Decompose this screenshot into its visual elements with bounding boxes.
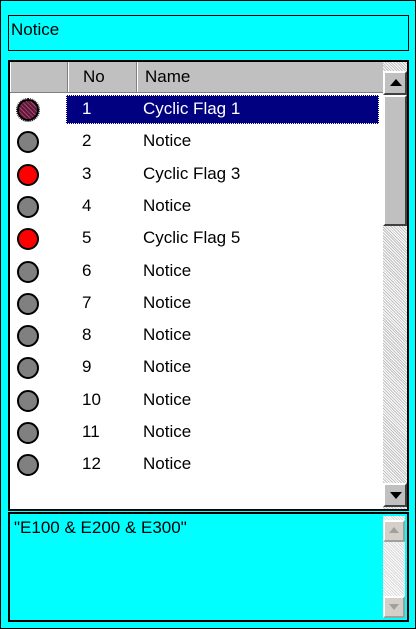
row-number: 5 xyxy=(82,228,92,247)
scroll-thumb[interactable] xyxy=(383,95,407,226)
scroll-up-arrow-icon xyxy=(390,79,402,86)
list-row[interactable]: 11 Notice xyxy=(10,416,383,448)
row-name: Notice xyxy=(143,390,192,409)
title-field[interactable]: Notice xyxy=(8,15,409,51)
status-circle-icon xyxy=(17,325,39,347)
title-field-value: Notice xyxy=(11,20,60,39)
status-circle-icon xyxy=(17,261,39,283)
status-circle-icon xyxy=(17,293,39,315)
list-vertical-scrollbar[interactable] xyxy=(383,62,407,509)
scroll-up-arrow-icon xyxy=(389,527,399,533)
row-number: 12 xyxy=(82,454,101,473)
expression-textarea[interactable]: "E100 & E200 & E300" xyxy=(8,512,409,622)
status-circle-icon xyxy=(17,454,39,476)
status-circle-icon xyxy=(17,196,39,218)
status-circle-icon xyxy=(17,131,39,153)
status-circle-icon xyxy=(17,357,39,379)
row-number: 4 xyxy=(82,196,92,215)
scroll-down-arrow-icon xyxy=(389,604,399,610)
row-number: 9 xyxy=(82,357,92,376)
column-header-name[interactable]: Name xyxy=(137,62,383,92)
list-header: No Name xyxy=(10,62,383,93)
scroll-down-arrow-icon xyxy=(390,492,402,499)
list-row[interactable]: 9 Notice xyxy=(10,351,383,383)
row-number: 7 xyxy=(82,293,92,312)
list-row[interactable]: 10 Notice xyxy=(10,384,383,416)
list-row[interactable]: 7 Notice xyxy=(10,287,383,319)
row-number: 2 xyxy=(82,131,92,150)
row-number: 3 xyxy=(82,164,92,183)
list-row[interactable]: 2 Notice xyxy=(10,125,383,157)
list-row[interactable]: 3 Cyclic Flag 3 xyxy=(10,158,383,190)
row-name: Notice xyxy=(143,325,192,344)
list-row[interactable]: 8 Notice xyxy=(10,319,383,351)
status-circle-icon xyxy=(16,98,40,122)
column-header-icon[interactable] xyxy=(10,62,68,92)
status-circle-icon xyxy=(17,228,39,250)
expression-text: "E100 & E200 & E300" xyxy=(14,518,187,537)
window-frame: Notice No Name 1 Cyclic Flag 1 2 Notice 3 Cyc… xyxy=(0,0,416,629)
row-number: 10 xyxy=(82,390,101,409)
row-name: Cyclic Flag 5 xyxy=(143,228,241,247)
list-row[interactable]: 4 Notice xyxy=(10,190,383,222)
column-header-no[interactable]: No xyxy=(68,62,137,92)
row-number: 8 xyxy=(82,325,92,344)
row-name: Notice xyxy=(143,196,192,215)
row-name: Notice xyxy=(143,454,192,473)
status-circle-icon xyxy=(17,390,39,412)
row-name: Notice xyxy=(143,422,192,441)
expression-scroll-up-button[interactable] xyxy=(383,520,405,542)
row-name: Cyclic Flag 1 xyxy=(143,99,241,118)
status-circle-icon xyxy=(17,422,39,444)
list-row[interactable]: 12 Notice xyxy=(10,448,383,480)
expression-scroll-down-button[interactable] xyxy=(383,596,405,618)
row-name: Notice xyxy=(143,357,192,376)
list-row[interactable]: 1 Cyclic Flag 1 xyxy=(10,93,383,125)
scroll-down-button[interactable] xyxy=(383,483,407,507)
scroll-up-button[interactable] xyxy=(383,71,407,95)
row-number: 1 xyxy=(82,99,92,118)
expression-vertical-scrollbar[interactable] xyxy=(383,516,405,618)
row-number: 11 xyxy=(82,422,100,441)
row-name: Notice xyxy=(143,293,192,312)
status-circle-icon xyxy=(17,164,39,186)
list-row[interactable]: 6 Notice xyxy=(10,255,383,287)
flag-list[interactable]: No Name 1 Cyclic Flag 1 2 Notice 3 Cyclic Fla… xyxy=(8,60,409,511)
row-name: Notice xyxy=(143,261,192,280)
row-number: 6 xyxy=(82,261,92,280)
list-row[interactable]: 5 Cyclic Flag 5 xyxy=(10,222,383,254)
row-name: Notice xyxy=(143,131,192,150)
row-name: Cyclic Flag 3 xyxy=(143,164,241,183)
